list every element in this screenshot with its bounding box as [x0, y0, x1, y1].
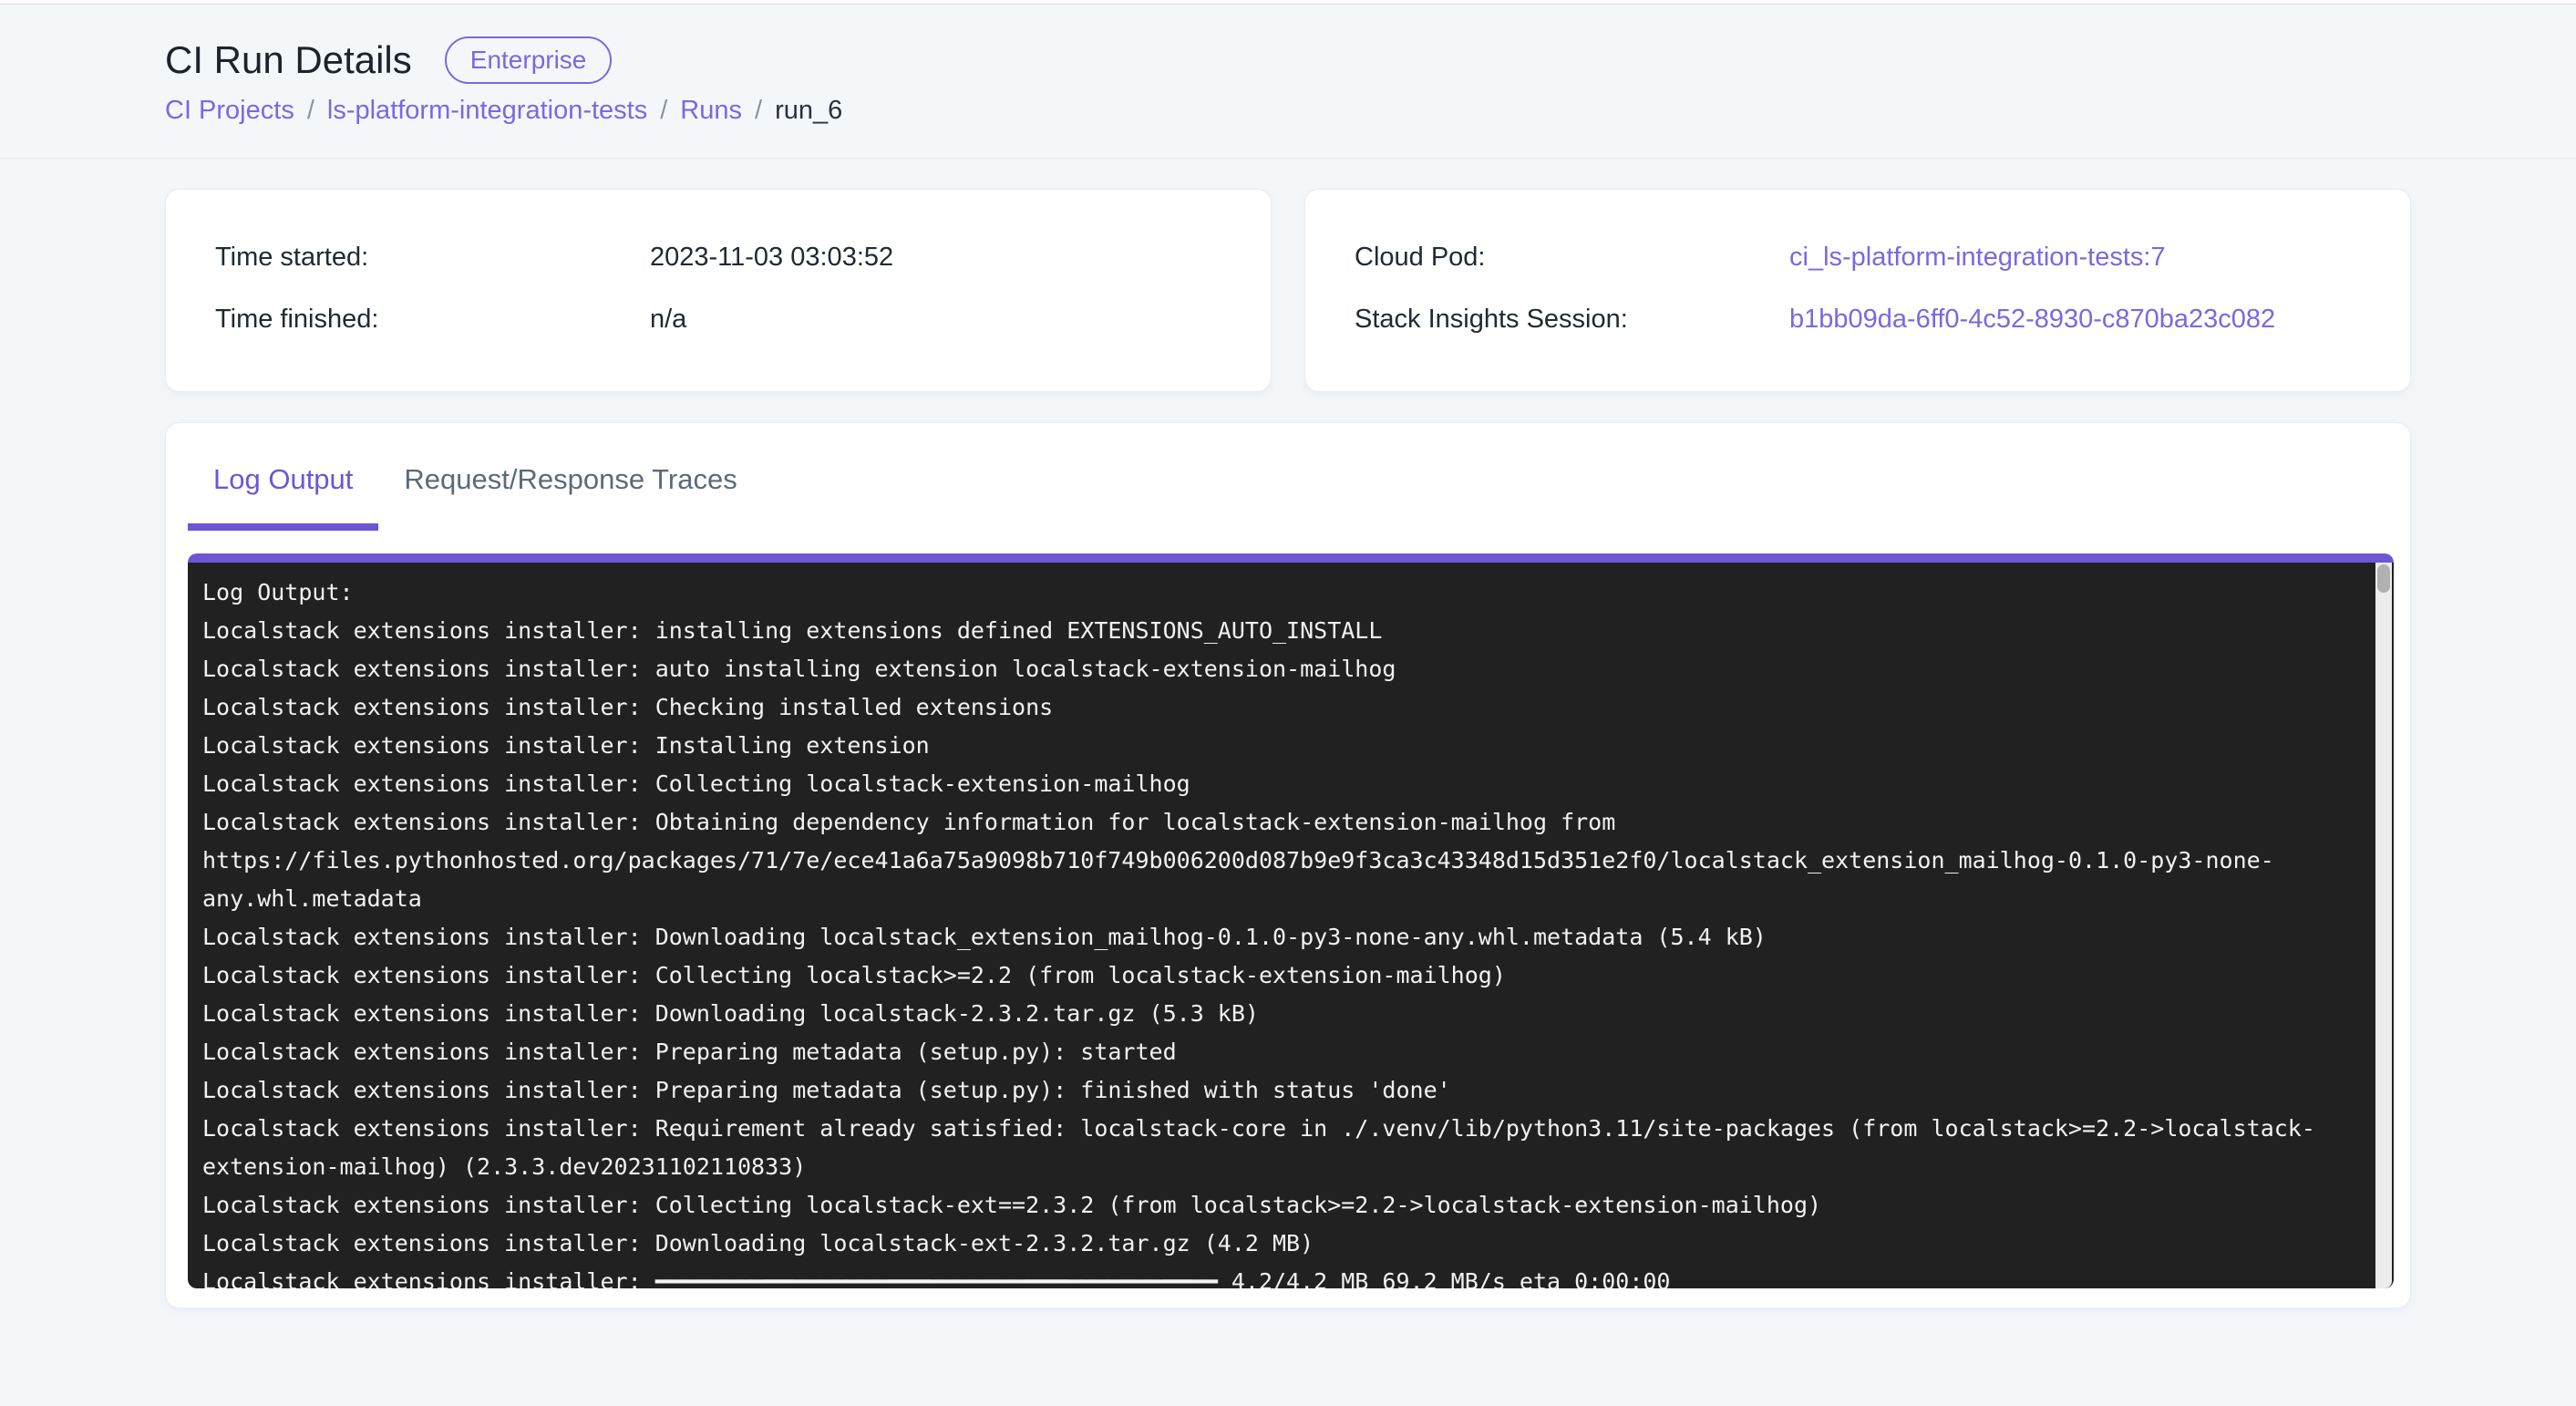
breadcrumb-link[interactable]: CI Projects [165, 96, 294, 125]
log-line: Localstack extensions installer: Collect… [202, 765, 2357, 803]
run-times-card: Time started: 2023-11-03 03:03:52 Time f… [165, 189, 1272, 392]
log-card: Log Output Request/Response Traces Log O… [165, 422, 2411, 1308]
log-line: Localstack extensions installer: Checkin… [202, 688, 2357, 727]
active-tab-indicator [188, 523, 378, 531]
info-label: Stack Insights Session: [1355, 305, 1789, 335]
info-row: Cloud Pod: ci_ls-platform-integration-te… [1355, 241, 2383, 274]
info-cards-row: Time started: 2023-11-03 03:03:52 Time f… [165, 189, 2411, 392]
breadcrumb-item: CI Projects / [165, 92, 327, 129]
enterprise-badge: Enterprise [445, 36, 613, 84]
log-line: extension-mailhog) (2.3.3.dev20231102110… [202, 1148, 2357, 1186]
log-line: https://files.pythonhosted.org/packages/… [202, 842, 2357, 880]
tab[interactable]: Request/Response Traces [378, 423, 762, 531]
log-line: Localstack extensions installer: Prepari… [202, 1071, 2357, 1110]
log-line: Localstack extensions installer: Require… [202, 1110, 2357, 1148]
log-line: Localstack extensions installer: auto in… [202, 650, 2357, 688]
log-line: Log Output: [202, 574, 2357, 612]
log-line: Localstack extensions installer: install… [202, 612, 2357, 650]
log-terminal: Log Output: Localstack extensions instal… [188, 553, 2394, 1288]
terminal-scrollbar[interactable] [2375, 563, 2392, 1288]
info-row: Time started: 2023-11-03 03:03:52 [215, 241, 1243, 274]
info-value: n/a [650, 305, 686, 335]
info-value[interactable]: b1bb09da-6ff0-4c52-8930-c870ba23c082 [1789, 305, 2275, 335]
tab-label: Request/Response Traces [404, 463, 737, 495]
breadcrumb: CI Projects / ls-platform-integration-tes… [165, 92, 2411, 129]
info-label: Time finished: [215, 305, 650, 335]
breadcrumb-item: run_6 [775, 92, 842, 129]
info-label: Time started: [215, 243, 650, 273]
breadcrumb-separator: / [660, 96, 667, 125]
info-value: 2023-11-03 03:03:52 [650, 243, 893, 273]
info-value[interactable]: ci_ls-platform-integration-tests:7 [1789, 243, 2166, 273]
log-line: Localstack extensions installer: Downloa… [202, 918, 2357, 956]
content: Time started: 2023-11-03 03:03:52 Time f… [0, 159, 2576, 1308]
log-line: Localstack extensions installer: Prepari… [202, 1033, 2357, 1071]
breadcrumb-link[interactable]: ls-platform-integration-tests [327, 96, 647, 125]
breadcrumb-separator: / [755, 96, 762, 125]
log-line: Localstack extensions installer: Downloa… [202, 1225, 2357, 1263]
title-row: CI Run Details Enterprise [165, 36, 2411, 85]
header: CI Run Details Enterprise CI Projects / l… [0, 5, 2576, 159]
log-line: Localstack extensions installer: Install… [202, 727, 2357, 765]
info-row: Time finished: n/a [215, 303, 1243, 336]
log-line: Localstack extensions installer: Collect… [202, 1186, 2357, 1225]
log-line: Localstack extensions installer: ━━━━━━━… [202, 1263, 2357, 1288]
log-line: Localstack extensions installer: Obtaini… [202, 803, 2357, 842]
breadcrumb-link[interactable]: Runs [680, 96, 742, 125]
terminal-scroll-area[interactable]: Log Output: Localstack extensions instal… [188, 563, 2394, 1288]
terminal-scrollbar-thumb[interactable] [2377, 564, 2390, 593]
run-links-card: Cloud Pod: ci_ls-platform-integration-te… [1304, 189, 2411, 392]
tabs: Log Output Request/Response Traces [188, 423, 2394, 531]
log-line: Localstack extensions installer: Collect… [202, 956, 2357, 995]
info-label: Cloud Pod: [1355, 243, 1789, 273]
info-row: Stack Insights Session: b1bb09da-6ff0-4c… [1355, 303, 2383, 336]
page: CI Run Details Enterprise CI Projects / l… [0, 4, 2576, 1406]
tab-label: Log Output [213, 463, 353, 495]
terminal-accent-bar [188, 553, 2394, 563]
breadcrumb-item: ls-platform-integration-tests / [327, 92, 680, 129]
breadcrumb-item: Runs / [680, 92, 775, 129]
breadcrumb-link: run_6 [775, 96, 842, 125]
tab[interactable]: Log Output [188, 423, 378, 531]
log-line: Localstack extensions installer: Downloa… [202, 995, 2357, 1033]
log-line: any.whl.metadata [202, 880, 2357, 918]
breadcrumb-separator: / [307, 96, 314, 125]
page-title: CI Run Details [165, 36, 412, 85]
